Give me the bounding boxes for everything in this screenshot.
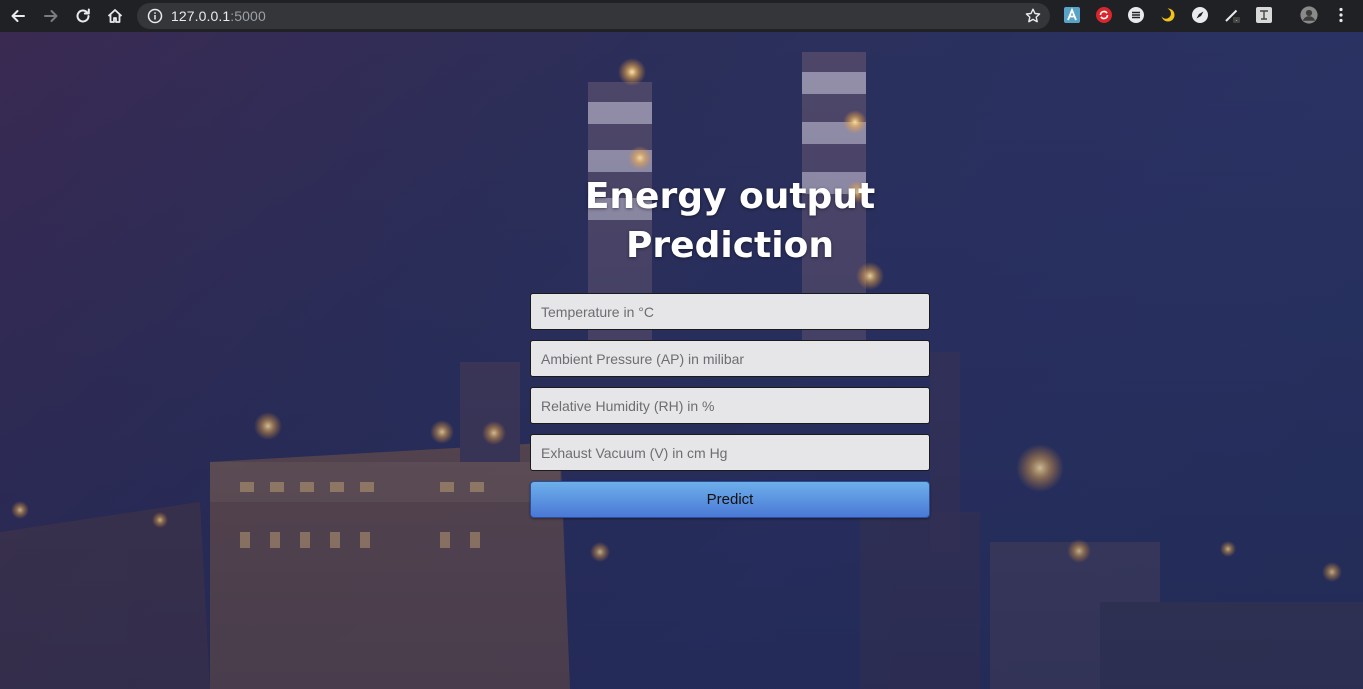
bookmark-star-icon[interactable] bbox=[1024, 7, 1042, 25]
extension-square-icon[interactable] bbox=[1255, 6, 1273, 24]
url-port: :5000 bbox=[230, 8, 266, 24]
url-host: 127.0.0.1 bbox=[171, 8, 231, 24]
svg-text:-: - bbox=[1236, 18, 1238, 24]
extension-red-icon[interactable] bbox=[1095, 6, 1113, 24]
extension-lines-icon[interactable] bbox=[1127, 6, 1145, 24]
menu-icon[interactable] bbox=[1332, 6, 1350, 24]
page-viewport: Energy output Prediction Predict bbox=[0, 32, 1363, 689]
url-text: 127.0.0.1:5000 bbox=[171, 8, 266, 24]
predict-button[interactable]: Predict bbox=[530, 481, 930, 518]
relative-humidity-input[interactable] bbox=[530, 387, 930, 424]
reload-icon[interactable] bbox=[69, 2, 97, 30]
back-icon[interactable] bbox=[4, 2, 32, 30]
site-info-icon[interactable] bbox=[147, 8, 163, 24]
exhaust-vacuum-input[interactable] bbox=[530, 434, 930, 471]
page-title: Energy output Prediction bbox=[584, 176, 876, 266]
temperature-input[interactable] bbox=[530, 293, 930, 330]
browser-toolbar: 127.0.0.1:5000 - bbox=[0, 0, 1363, 32]
ambient-pressure-input[interactable] bbox=[530, 340, 930, 377]
extension-moon-icon[interactable] bbox=[1159, 6, 1177, 24]
extension-compass-icon[interactable] bbox=[1191, 6, 1209, 24]
extension-pen-icon[interactable]: - bbox=[1223, 6, 1241, 24]
home-icon[interactable] bbox=[101, 2, 129, 30]
profile-avatar[interactable] bbox=[1298, 4, 1320, 26]
address-bar[interactable]: 127.0.0.1:5000 bbox=[137, 3, 1050, 29]
prediction-form: Predict bbox=[530, 293, 930, 518]
extension-a-icon[interactable] bbox=[1063, 6, 1081, 24]
forward-icon[interactable] bbox=[37, 2, 65, 30]
